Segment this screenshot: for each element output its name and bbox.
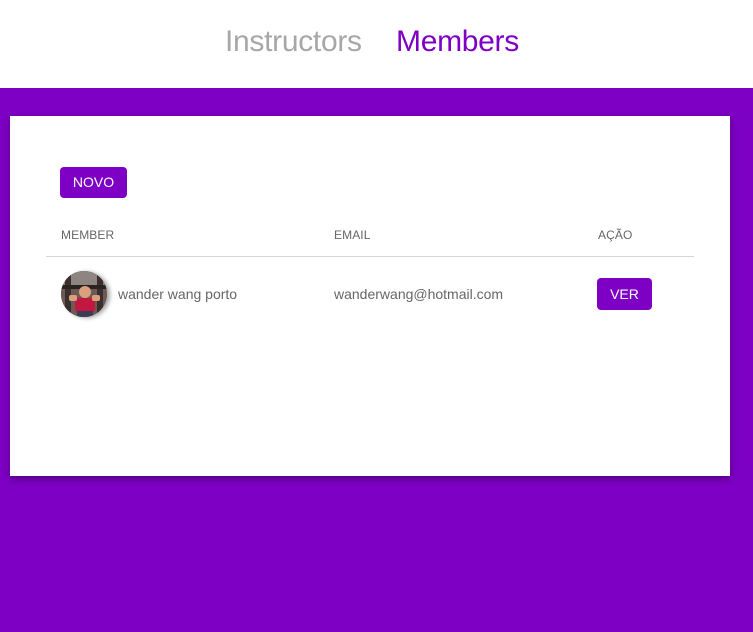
member-email: wanderwang@hotmail.com [334,286,504,302]
column-header-email: EMAIL [334,228,371,242]
column-header-member: MEMBER [61,228,115,242]
user-photo-icon [61,271,107,317]
column-header-action: AÇÃO [598,228,633,242]
nav-link-instructors[interactable]: Instructors [225,22,362,62]
top-navigation: Instructors Members [0,0,753,88]
new-member-button[interactable]: NOVO [60,167,127,198]
view-member-button[interactable]: VER [597,278,652,310]
nav-link-members[interactable]: Members [396,22,519,62]
avatar [61,271,107,317]
member-name: wander wang porto [118,286,238,302]
table-header-divider [46,256,694,257]
members-card: NOVO MEMBER EMAIL AÇÃO wander wang porto… [10,116,730,476]
